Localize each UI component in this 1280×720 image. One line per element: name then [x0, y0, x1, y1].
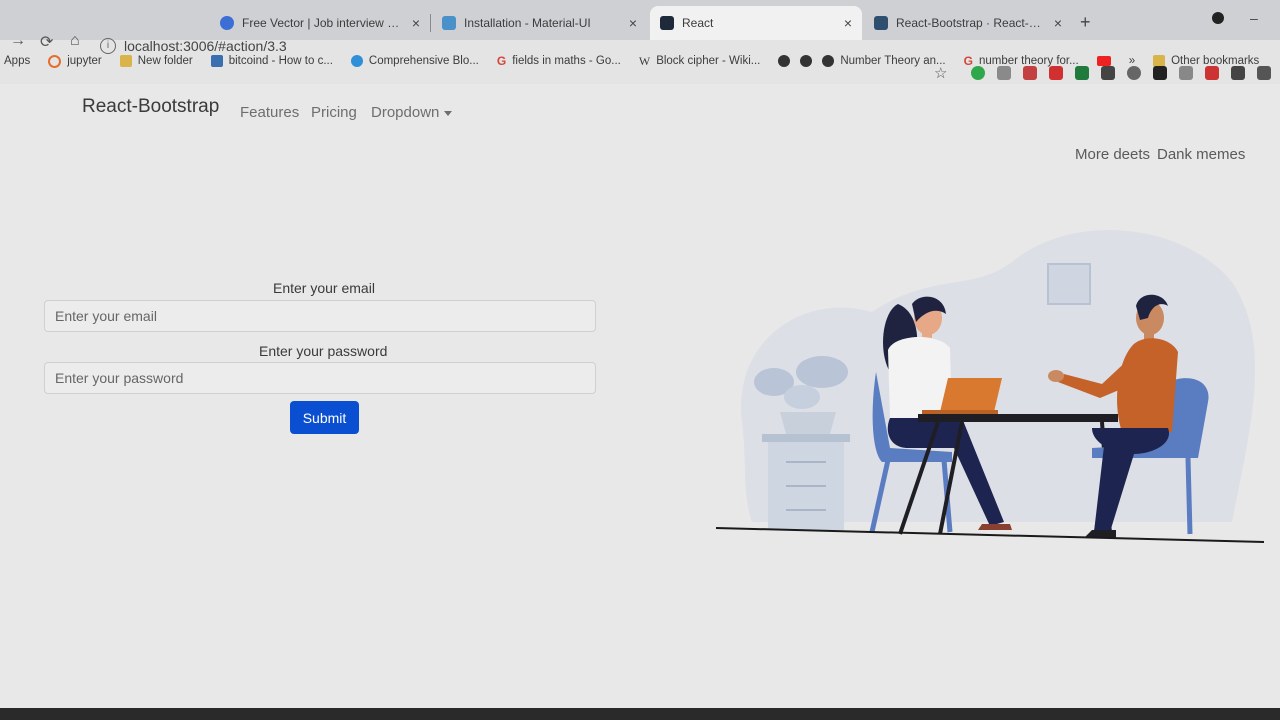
chrome-icon[interactable] [1127, 66, 1142, 80]
globe-icon [822, 55, 835, 67]
extension-icon[interactable] [1101, 66, 1116, 80]
bookmark-star-icon[interactable]: ☆ [934, 64, 947, 82]
bookmark-number-theory[interactable]: Number Theory an... [822, 55, 946, 67]
bookmark-label: Number Theory an... [840, 55, 946, 67]
puzzle-icon[interactable] [1231, 66, 1246, 80]
extension-toolbar: ☆ [934, 64, 1272, 82]
monitor-bezel [0, 708, 1280, 720]
nav-link-features[interactable]: Features [240, 104, 299, 121]
email-label: Enter your email [273, 280, 375, 296]
jupyter-icon [48, 54, 62, 68]
bookmark-label: Comprehensive Blo... [368, 55, 479, 67]
bookmark-bitcoind[interactable]: bitcoind - How to c... [210, 55, 333, 67]
caret-down-icon [444, 110, 453, 116]
bookmark-label: Block cipher - Wiki... [656, 55, 761, 67]
extension-icon[interactable] [1153, 66, 1168, 80]
bookmark-label: jupyter [67, 55, 102, 67]
bookmark-new-folder[interactable]: New folder [119, 55, 193, 67]
extension-icon[interactable] [1179, 66, 1194, 80]
grammarly-icon[interactable] [971, 66, 986, 80]
job-interview-illustration [715, 229, 1265, 543]
nav-dropdown[interactable]: Dropdown [371, 104, 453, 121]
site-icon [210, 55, 223, 67]
nav-link-pricing[interactable]: Pricing [311, 104, 357, 121]
nav-link-dank-memes[interactable]: Dank memes [1157, 146, 1245, 163]
bookmark-comprehensive[interactable]: Comprehensive Blo... [350, 55, 479, 67]
bookmark-apps[interactable]: Apps [4, 55, 30, 67]
pdf-icon[interactable] [1049, 66, 1064, 80]
globe-icon [350, 55, 363, 67]
bookmark-jupyter[interactable]: jupyter [48, 54, 102, 68]
bookmark-label: Apps [4, 55, 31, 67]
extension-icon[interactable] [997, 66, 1012, 80]
bookmark-label: bitcoind - How to c... [228, 55, 333, 67]
nav-link-more-deets[interactable]: More deets [1075, 146, 1150, 163]
extension-icon[interactable] [1205, 66, 1220, 80]
menu-icon[interactable] [1257, 66, 1272, 80]
wikipedia-icon: W [638, 53, 651, 68]
navbar-brand[interactable]: React-Bootstrap [82, 96, 219, 118]
bookmark-label: fields in maths - Go... [512, 55, 621, 67]
google-icon: G [496, 54, 507, 68]
bookmark-label: New folder [137, 55, 193, 67]
bookmark-globe-2[interactable] [800, 55, 813, 67]
excel-icon[interactable] [1075, 66, 1090, 80]
extension-icon[interactable] [1023, 66, 1038, 80]
bookmark-globe-1[interactable] [778, 55, 791, 67]
password-label: Enter your password [259, 343, 388, 359]
bookmark-block-cipher[interactable]: W Block cipher - Wiki... [639, 54, 761, 69]
page-content: React-Bootstrap Features Pricing Dropdow… [0, 84, 1280, 720]
folder-icon [119, 55, 132, 67]
password-field[interactable] [44, 362, 596, 394]
globe-icon [800, 55, 813, 67]
globe-icon [778, 55, 791, 67]
submit-button[interactable]: Submit [290, 401, 359, 434]
nav-dropdown-label: Dropdown [371, 104, 440, 121]
bookmark-fields-in-maths[interactable]: G fields in maths - Go... [497, 54, 621, 68]
email-field[interactable] [44, 300, 596, 332]
